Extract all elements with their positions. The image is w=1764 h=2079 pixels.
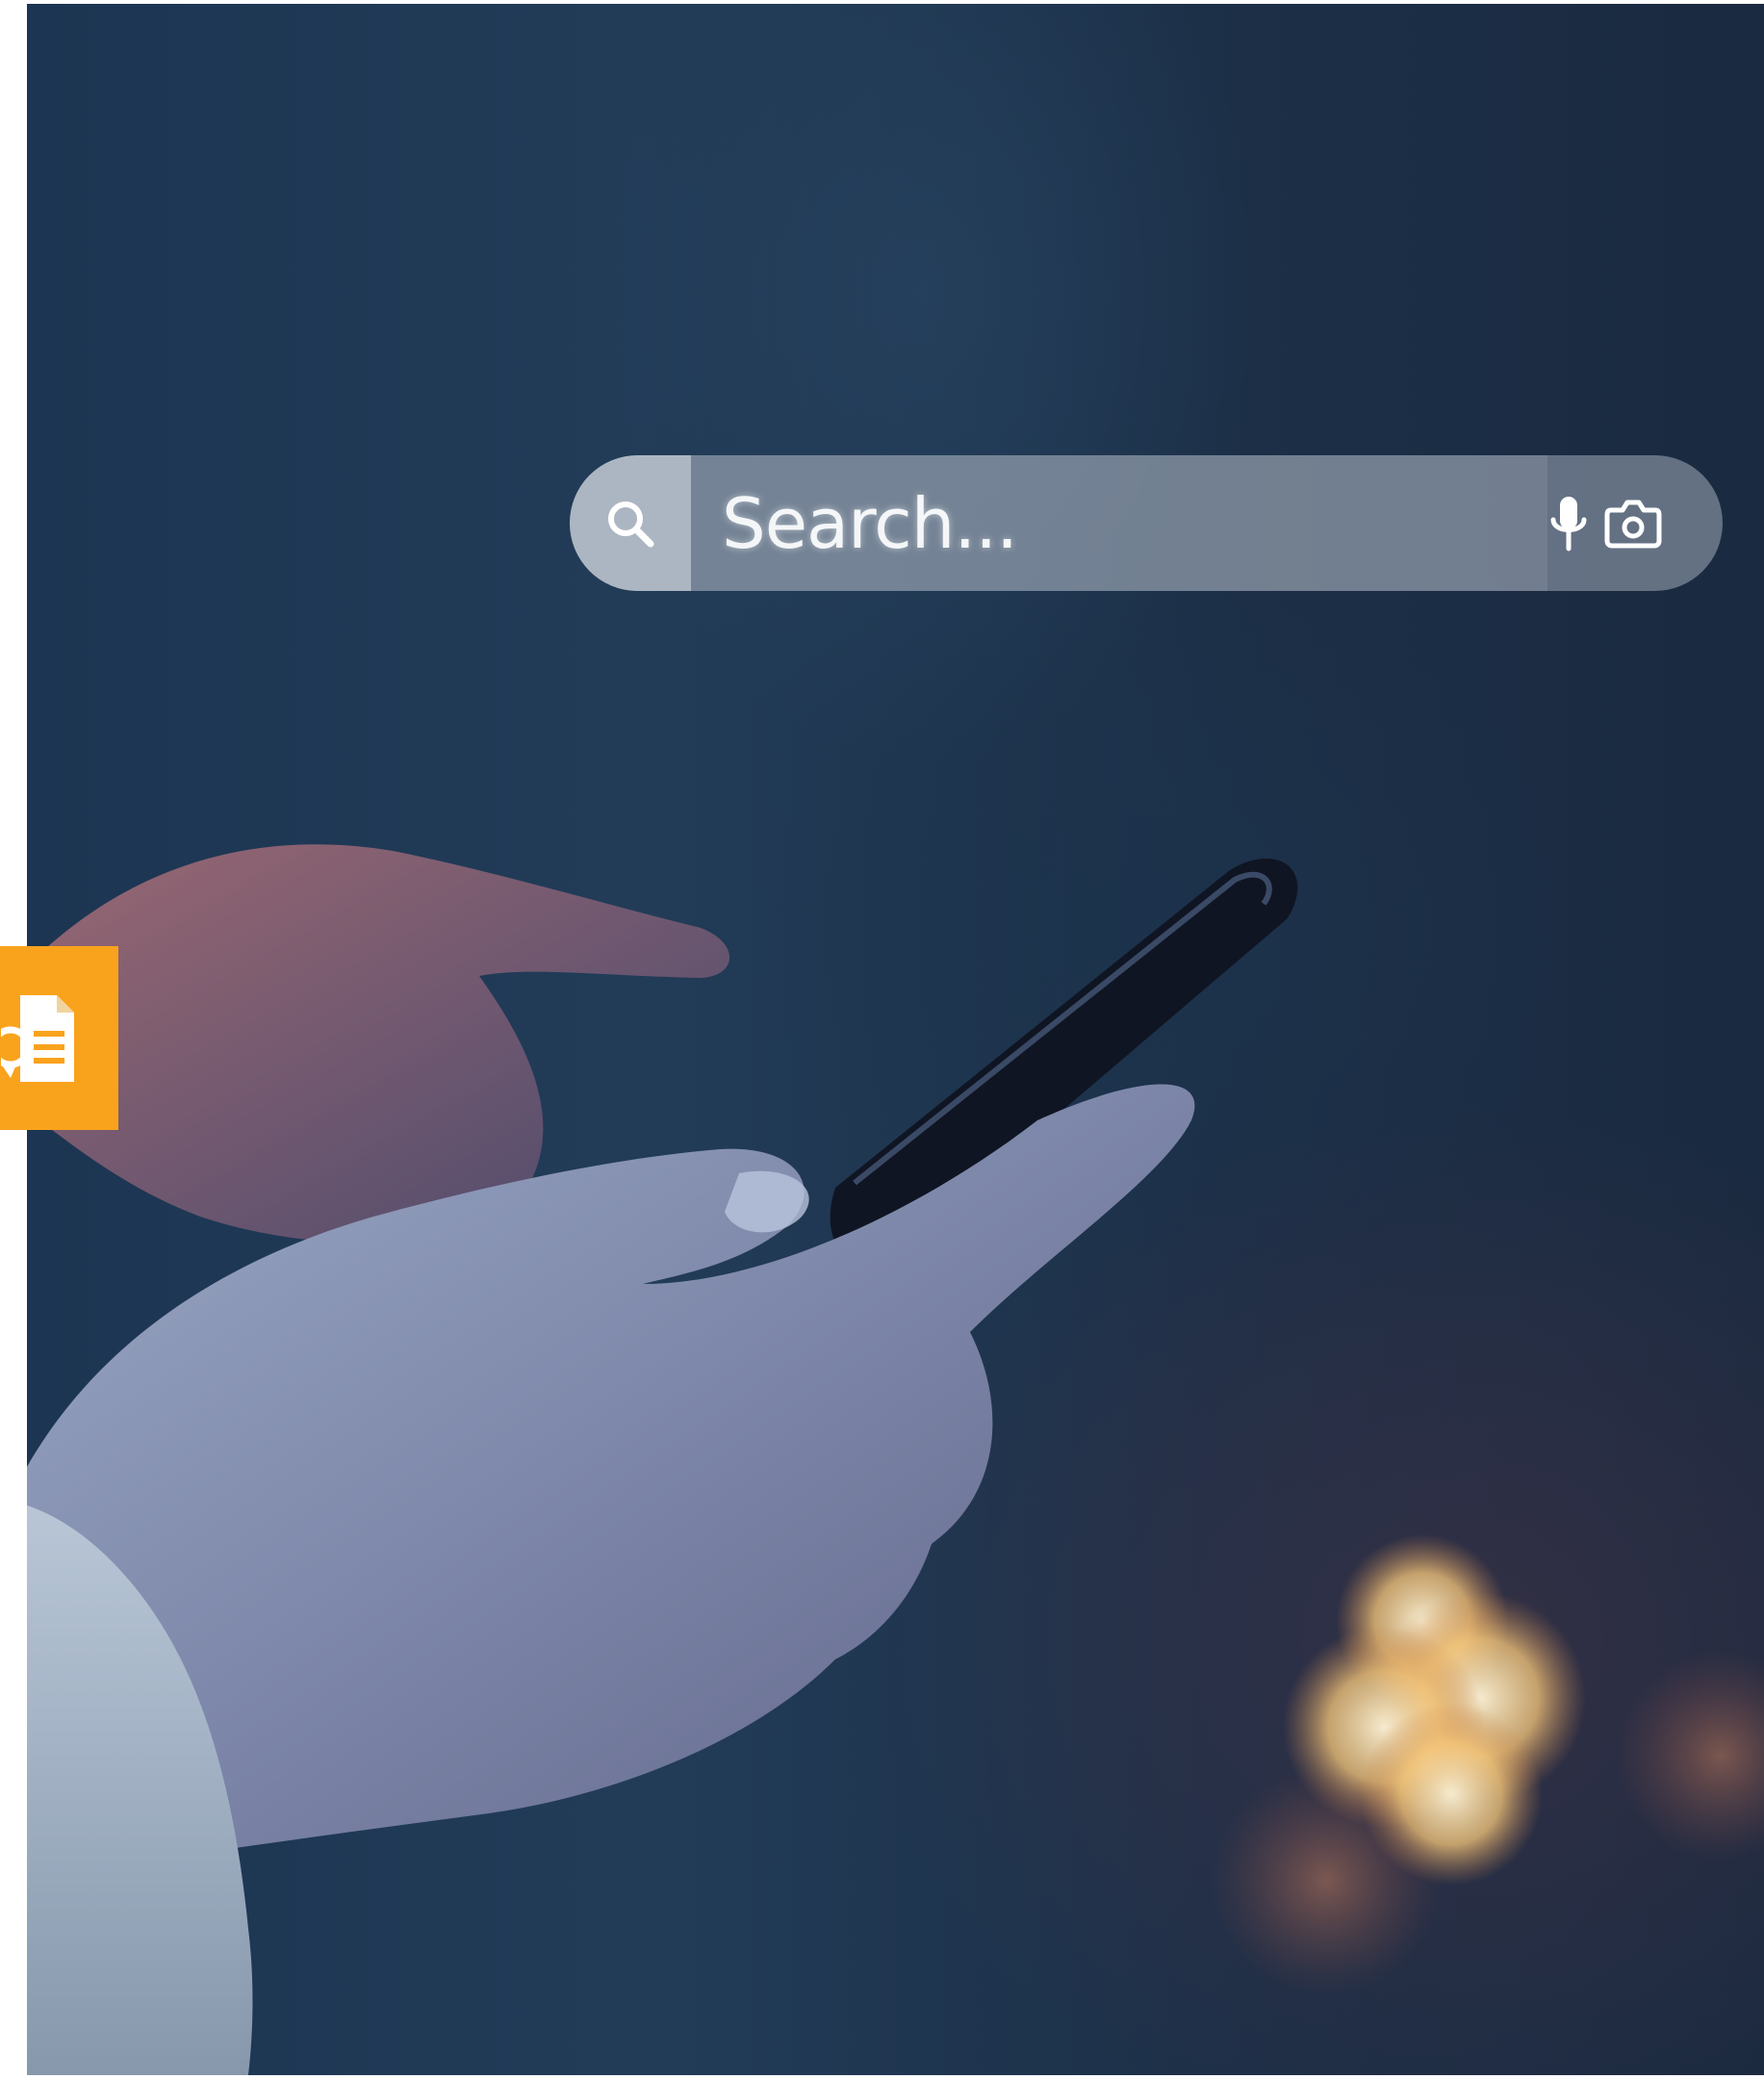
document-badge[interactable] [0,946,118,1130]
bokeh-light [1211,1765,1442,1996]
search-actions [1547,493,1723,554]
thumbnail [725,1170,809,1233]
bokeh-light [1615,1650,1764,1861]
document-speech-icon [1,994,74,1082]
camera-icon[interactable] [1603,497,1663,551]
search-input[interactable]: Search... [691,455,1547,591]
search-icon [608,500,654,547]
hands-holding-phone-illustration [27,844,1764,2075]
background-photo [27,4,1764,2075]
search-bar[interactable]: Search... [570,455,1723,591]
microphone-icon[interactable] [1547,493,1590,554]
page: Search... [0,0,1764,2079]
search-placeholder: Search... [722,482,1018,564]
